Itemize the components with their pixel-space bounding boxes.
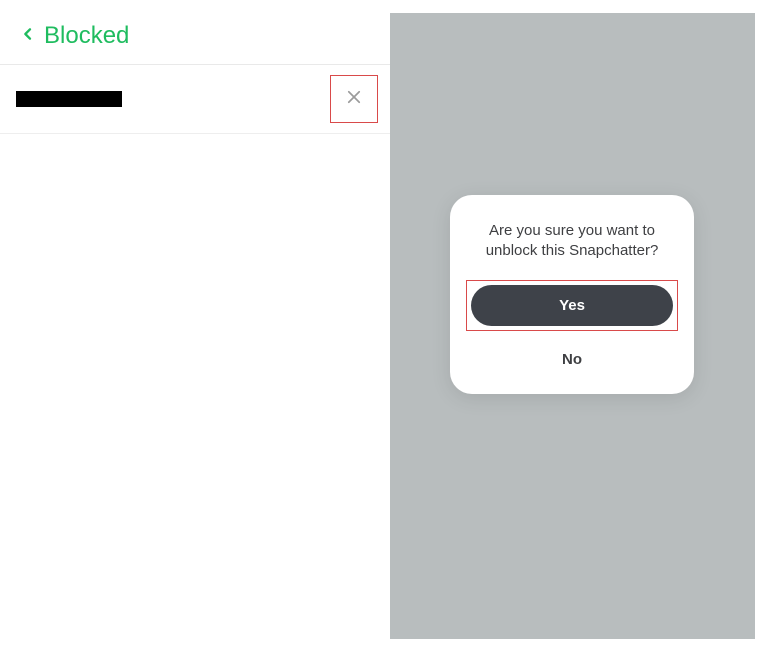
dialog-message: Are you sure you want to unblock this Sn…: [466, 221, 678, 262]
blocked-user-row: [0, 65, 390, 134]
dialog-line1: Are you sure you want to: [489, 222, 655, 239]
page-title: Blocked: [44, 22, 129, 50]
blocked-user-name: [16, 91, 122, 107]
modal-backdrop: Are you sure you want to unblock this Sn…: [390, 13, 755, 639]
yes-button[interactable]: Yes: [471, 285, 673, 326]
no-button[interactable]: No: [466, 341, 678, 374]
close-icon: [345, 88, 363, 111]
yes-highlight: Yes: [466, 280, 678, 331]
confirm-dialog: Are you sure you want to unblock this Sn…: [450, 195, 694, 394]
dialog-line2: unblock this Snapchatter?: [486, 242, 659, 259]
header: Blocked: [0, 0, 390, 65]
unblock-button[interactable]: [330, 75, 378, 123]
blocked-list-panel: Blocked: [0, 0, 390, 652]
back-icon[interactable]: [20, 23, 36, 49]
